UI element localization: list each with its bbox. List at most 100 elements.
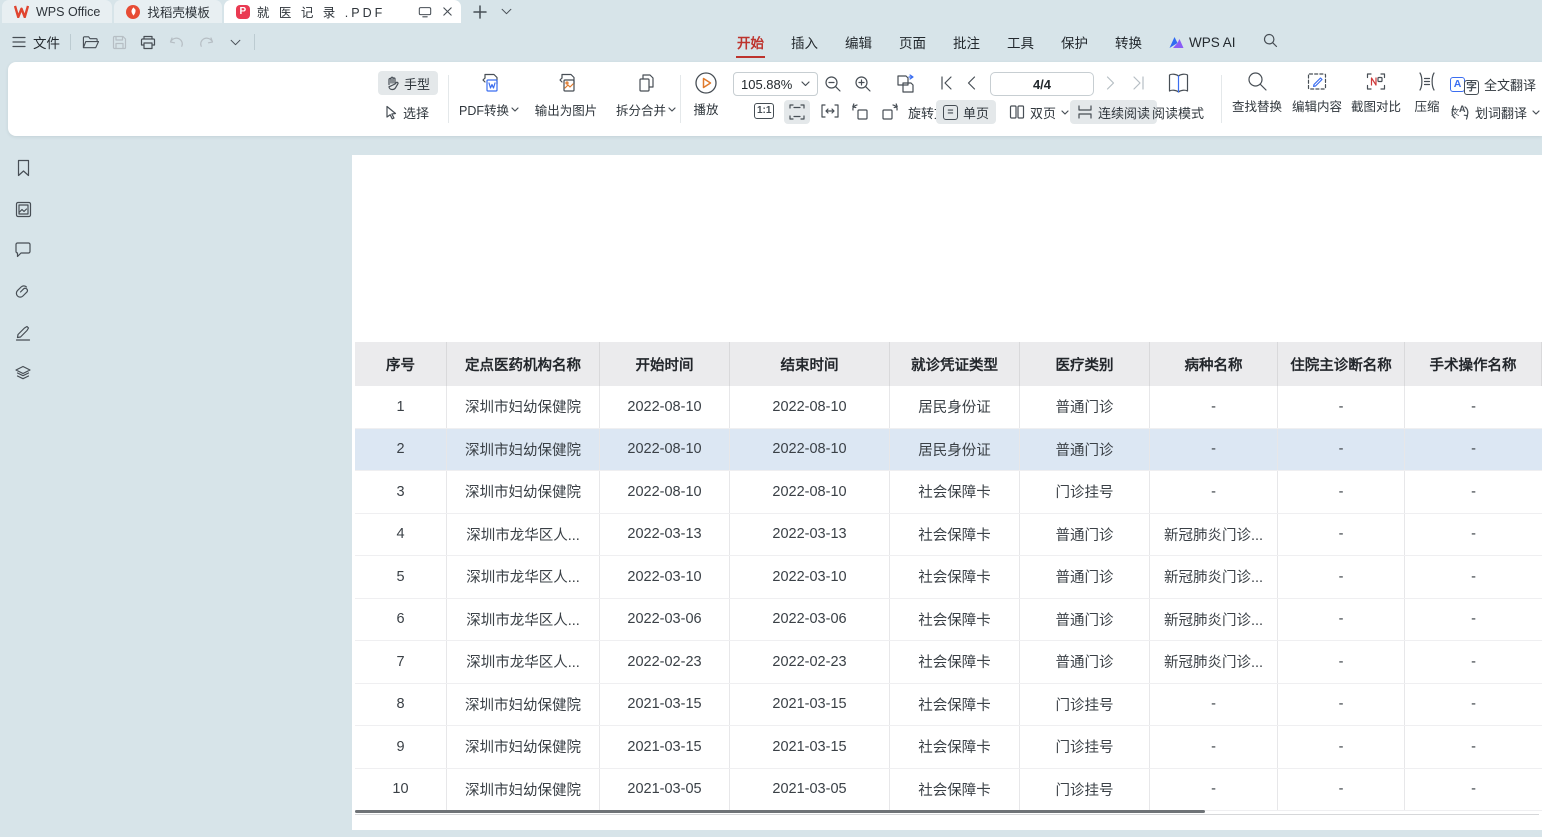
- last-page-button[interactable]: [1132, 76, 1145, 90]
- table-cell: 深圳市龙华区人...: [447, 514, 600, 556]
- wps-ai-label: WPS AI: [1189, 35, 1236, 50]
- book-icon: [1166, 72, 1191, 95]
- rotate-right-button[interactable]: [880, 102, 900, 121]
- first-page-button[interactable]: [940, 76, 953, 90]
- page-number-input[interactable]: 4/4: [990, 72, 1094, 96]
- tab-docer[interactable]: 找稻壳模板: [114, 0, 222, 23]
- redo-button[interactable]: [197, 33, 215, 51]
- menu-convert[interactable]: 转换: [1114, 23, 1143, 61]
- table-cell: -: [1150, 386, 1278, 428]
- file-menu-button[interactable]: 文件: [12, 32, 60, 52]
- split-merge-button[interactable]: 拆分合并: [608, 71, 684, 119]
- hand-tool-label: 手型: [404, 74, 430, 93]
- menu-home[interactable]: 开始: [736, 23, 765, 61]
- tab-list-chevron-icon[interactable]: [501, 8, 512, 15]
- chevron-down-icon: [801, 81, 810, 87]
- table-cell: 2022-03-10: [730, 556, 890, 598]
- table-cell: -: [1278, 386, 1405, 428]
- menubar-search-button[interactable]: [1262, 24, 1279, 60]
- bookmark-panel-button[interactable]: [13, 158, 33, 178]
- separator: [680, 75, 681, 123]
- export-as-image-button[interactable]: 输出为图片: [526, 71, 606, 119]
- table-cell: -: [1278, 514, 1405, 556]
- wps-logo-icon: [14, 5, 29, 18]
- docer-icon: [126, 5, 140, 19]
- open-file-button[interactable]: [81, 33, 99, 51]
- screenshot-compare-button[interactable]: 截图对比: [1348, 71, 1404, 115]
- column-header: 住院主诊断名称: [1278, 342, 1405, 386]
- menu-tools[interactable]: 工具: [1006, 23, 1035, 61]
- play-presentation-button[interactable]: 播放: [686, 71, 726, 118]
- menu-insert[interactable]: 插入: [790, 23, 819, 61]
- document-horizontal-scrollbar[interactable]: [355, 810, 1205, 813]
- signature-panel-button[interactable]: [13, 322, 33, 342]
- zoom-out-button[interactable]: [824, 75, 842, 93]
- tab-wps-home[interactable]: WPS Office: [2, 0, 112, 23]
- menu-comment[interactable]: 批注: [952, 23, 981, 61]
- close-tab-icon[interactable]: [442, 6, 453, 17]
- actual-size-button[interactable]: 1:1: [754, 103, 774, 119]
- export-image-label: 输出为图片: [535, 100, 598, 119]
- continuous-reading-button[interactable]: 连续阅读: [1070, 100, 1157, 124]
- compress-button[interactable]: 压缩: [1408, 71, 1446, 115]
- present-to-screen-icon[interactable]: [418, 6, 432, 18]
- menu-edit[interactable]: 编辑: [844, 23, 873, 61]
- table-cell: 3: [355, 471, 447, 513]
- hand-tool-button[interactable]: 手型: [378, 71, 438, 95]
- column-header: 开始时间: [600, 342, 730, 386]
- full-text-translate-button[interactable]: A 字 全文翻译: [1450, 72, 1536, 96]
- zoom-in-button[interactable]: [854, 75, 872, 93]
- rotate-left-button[interactable]: [850, 102, 870, 121]
- fit-page-button[interactable]: [784, 100, 810, 124]
- edit-content-button[interactable]: 编辑内容: [1290, 71, 1344, 115]
- print-button[interactable]: [139, 33, 157, 51]
- double-page-button[interactable]: 双页: [1002, 100, 1076, 124]
- separator: [1221, 75, 1222, 123]
- table-cell: -: [1405, 429, 1542, 471]
- file-menu-label: 文件: [33, 32, 60, 52]
- layers-panel-button[interactable]: [13, 363, 33, 383]
- table-cell: 居民身份证: [890, 386, 1020, 428]
- read-mode-label[interactable]: 阅读模式: [1152, 103, 1204, 122]
- table-cell: 2021-03-05: [730, 769, 890, 811]
- thumbnail-panel-button[interactable]: [13, 199, 33, 219]
- play-icon: [694, 71, 718, 95]
- replace-pages-button[interactable]: [894, 72, 918, 96]
- chevron-down-icon: [668, 107, 676, 112]
- menu-protect[interactable]: 保护: [1060, 23, 1089, 61]
- pdf-convert-button[interactable]: PDF转换: [453, 71, 525, 119]
- table-cell: 普通门诊: [1020, 386, 1150, 428]
- attachment-panel-button[interactable]: [13, 281, 33, 301]
- menu-page[interactable]: 页面: [898, 23, 927, 61]
- find-replace-button[interactable]: 查找替换: [1230, 71, 1284, 115]
- single-page-button[interactable]: = 单页: [936, 100, 996, 124]
- comment-panel-button[interactable]: [13, 240, 33, 260]
- table-cell: 2022-03-10: [600, 556, 730, 598]
- table-cell: 门诊挂号: [1020, 471, 1150, 513]
- table-cell: 6: [355, 599, 447, 641]
- quickbar-more-chevron-icon[interactable]: [226, 33, 244, 51]
- pdf-page: 序号 定点医药机构名称 开始时间 结束时间 就诊凭证类型 医疗类别 病种名称 住…: [352, 155, 1542, 830]
- save-button[interactable]: [110, 33, 128, 51]
- tab-document-active[interactable]: P 就 医 记 录 .PDF: [224, 0, 461, 23]
- table-cell: 普通门诊: [1020, 599, 1150, 641]
- undo-button[interactable]: [168, 33, 186, 51]
- table-cell: 2021-03-15: [730, 726, 890, 768]
- table-cell: -: [1278, 471, 1405, 513]
- table-cell: 新冠肺炎门诊...: [1150, 556, 1278, 598]
- continuous-reading-label: 连续阅读: [1098, 103, 1150, 122]
- select-tool-label: 选择: [403, 103, 429, 122]
- fit-width-button[interactable]: [820, 103, 840, 119]
- zoom-level-select[interactable]: 105.88%: [733, 72, 818, 96]
- select-tool-button[interactable]: 选择: [378, 100, 438, 124]
- table-cell: -: [1405, 386, 1542, 428]
- menu-wps-ai[interactable]: WPS AI: [1168, 26, 1237, 59]
- word-translate-button[interactable]: A 文 划词翻译: [1450, 100, 1540, 124]
- new-tab-icon[interactable]: [473, 5, 487, 19]
- next-page-button[interactable]: [1106, 76, 1116, 90]
- previous-page-button[interactable]: [966, 76, 976, 90]
- table-cell: 深圳市龙华区人...: [447, 599, 600, 641]
- wps-office-window: WPS Office 找稻壳模板 P 就 医 记 录 .PDF: [0, 0, 1542, 837]
- read-mode-book-icon[interactable]: [1166, 72, 1191, 95]
- table-cell: 2022-08-10: [600, 386, 730, 428]
